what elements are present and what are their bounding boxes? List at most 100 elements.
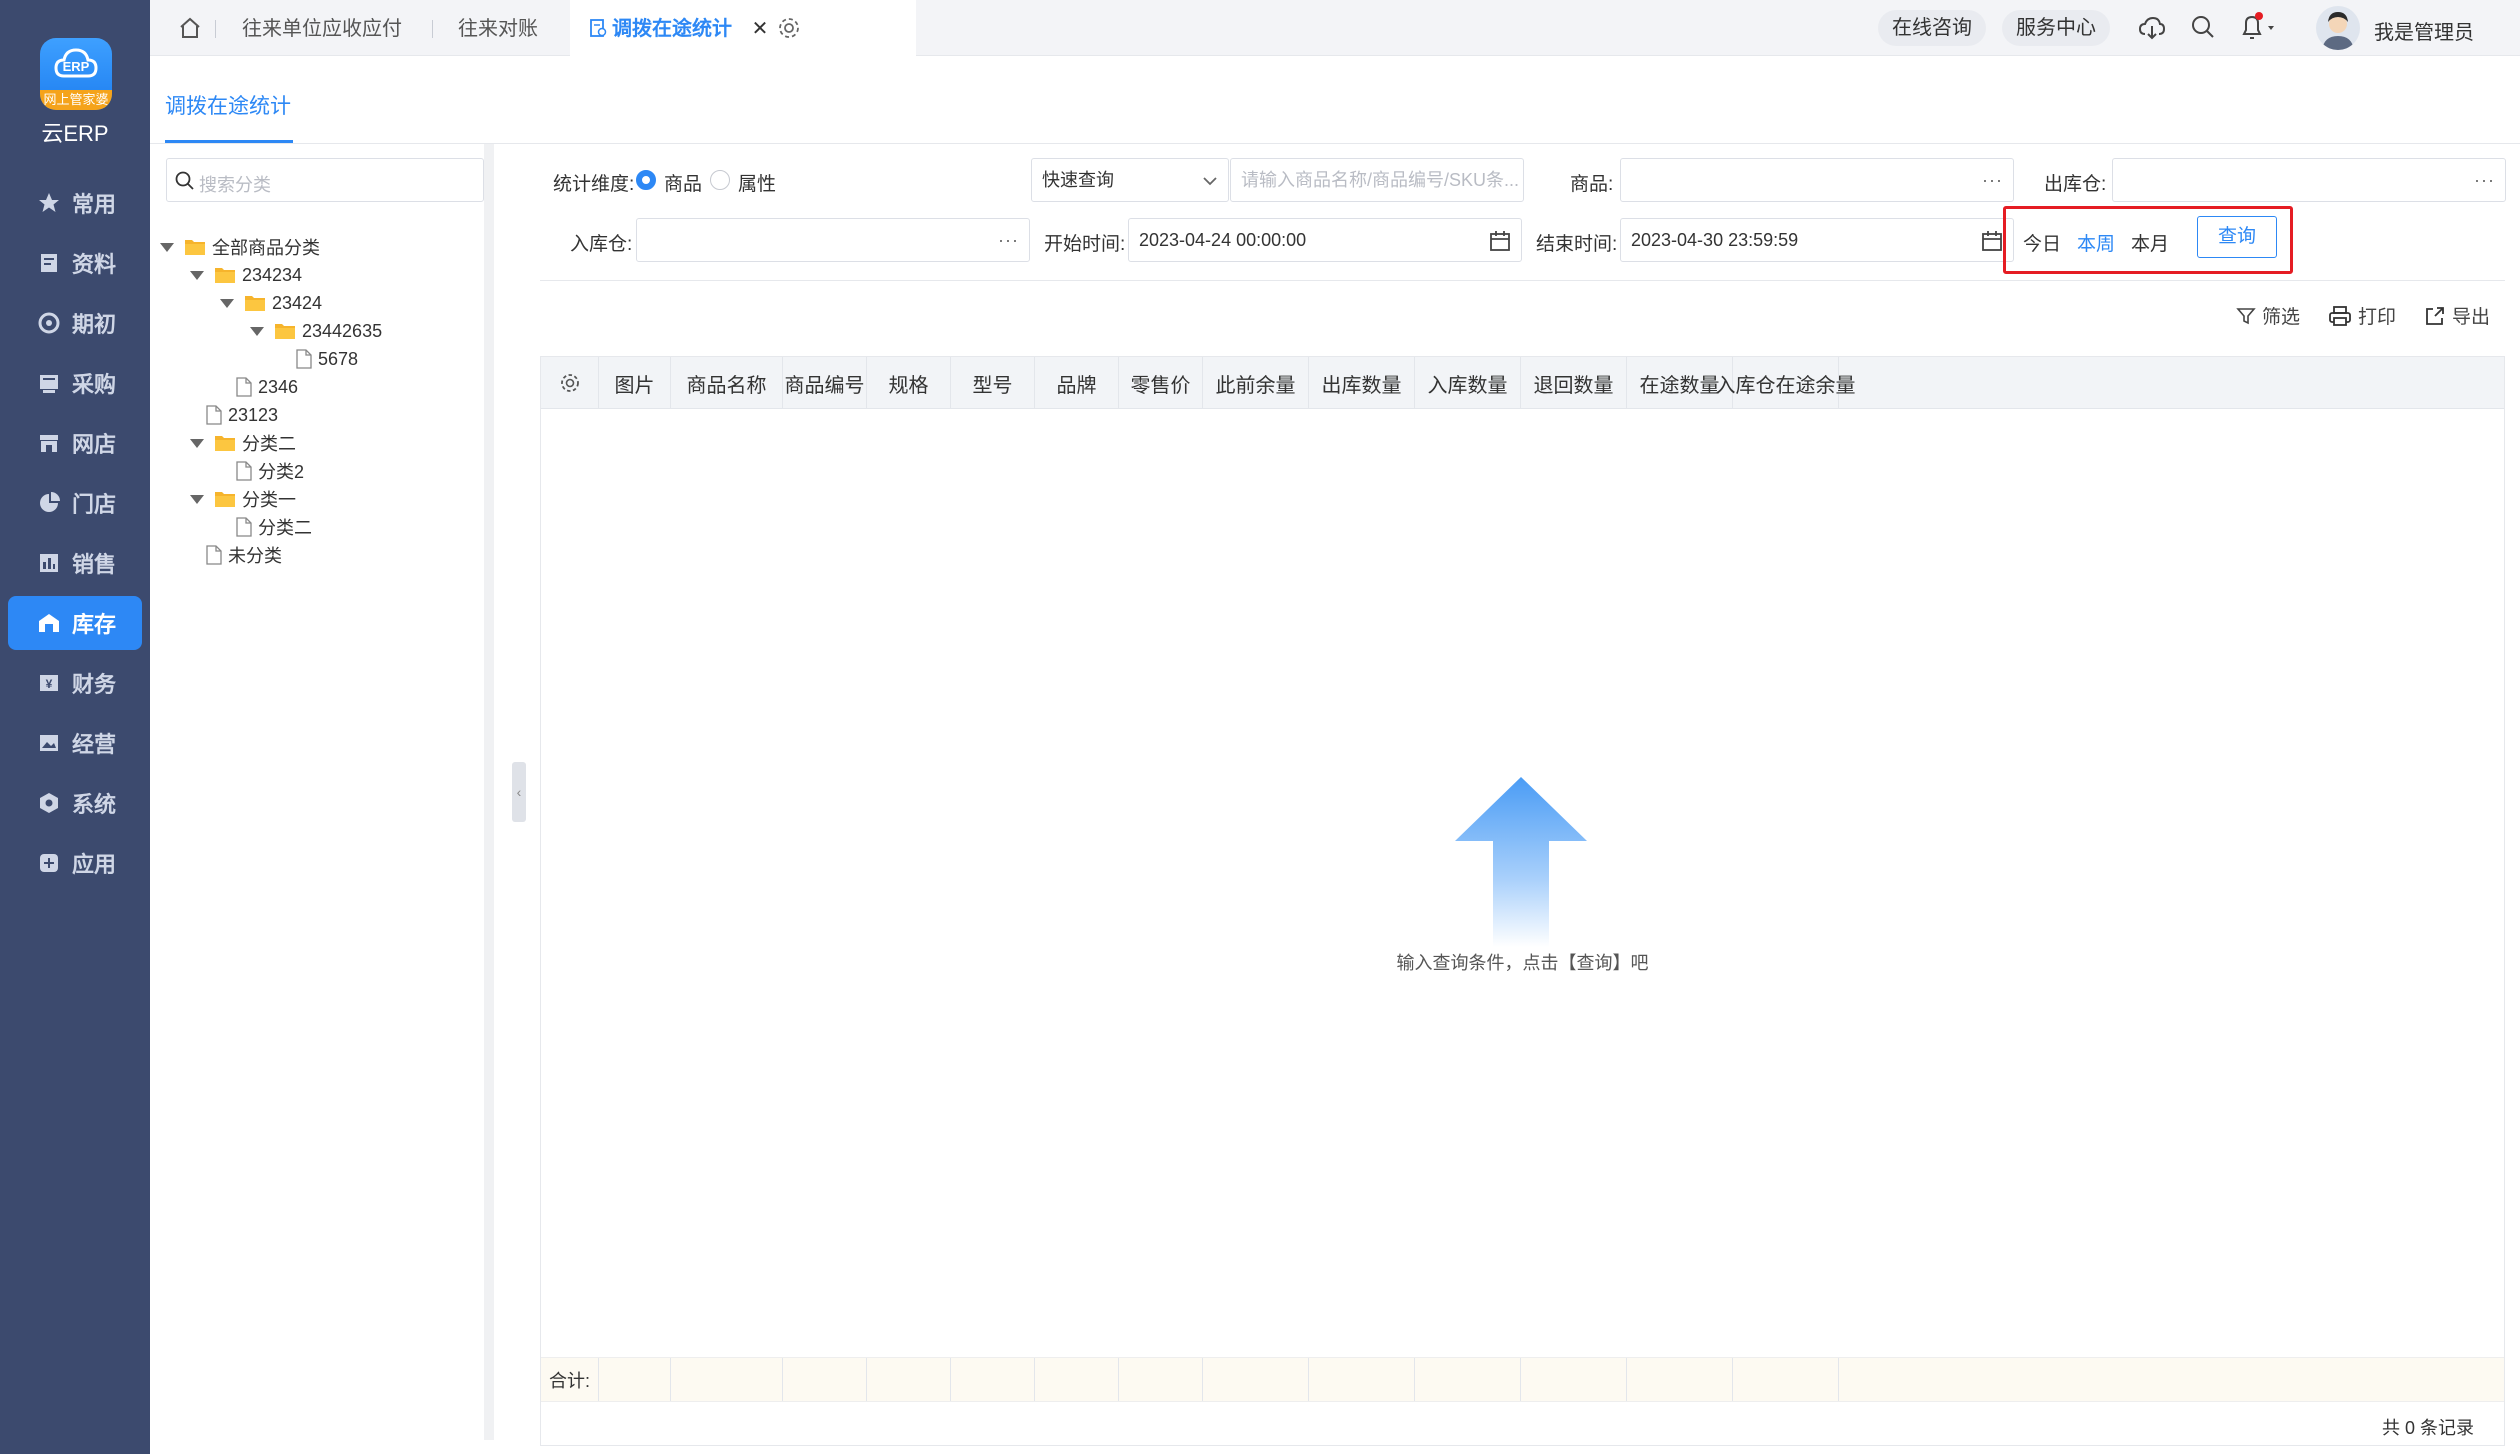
tree-node[interactable]: 全部商品分类 [160,232,320,262]
folder-icon [245,296,265,311]
tab-settings-icon[interactable] [777,16,801,40]
tree-node[interactable]: 分类2 [220,456,304,486]
close-tab-icon[interactable]: ✕ [752,18,769,40]
more-icon[interactable]: ··· [2474,159,2495,201]
start-time-input[interactable]: 2023-04-24 00:00:00 [1128,218,1522,262]
caret-down-icon[interactable] [160,242,174,252]
sidebar-item-7[interactable]: 库存 [8,596,142,650]
file-icon [206,405,222,425]
more-icon[interactable]: ··· [1982,159,2003,201]
dimension-product-radio[interactable] [636,170,656,190]
sidebar-item-11[interactable]: 应用 [8,836,142,890]
sidebar-item-9[interactable]: 经营 [8,716,142,770]
shop-icon [38,432,60,454]
column-settings-icon[interactable] [541,357,599,409]
warehouse-icon [38,612,60,634]
tree-node-label: 234234 [242,264,303,285]
sidebar-item-8[interactable]: ¥ 财务 [8,656,142,710]
product-label: 商品: [1570,174,1614,195]
page-title[interactable]: 调拨在途统计 [165,90,291,120]
dimension-attribute-label[interactable]: 属性 [738,169,776,196]
column-header: 品牌 [1035,357,1119,409]
tree-scrollbar[interactable] [484,144,494,1440]
sidebar-item-2[interactable]: 期初 [8,296,142,350]
cloud-download-icon[interactable] [2138,14,2166,42]
tree-node[interactable]: 23442635 [250,316,382,346]
chart-icon [38,552,60,574]
summary-cell [1415,1358,1521,1402]
tree-node-label: 分类一 [242,490,296,510]
tree-node[interactable]: 分类二 [190,428,296,458]
column-header: 此前余量 [1203,357,1309,409]
dimension-product-label[interactable]: 商品 [664,169,702,196]
tab-transfer-in-transit[interactable]: 调拨在途统计 ✕ [570,0,916,56]
filter-icon [2236,307,2256,324]
tree-node-label: 分类二 [258,518,312,538]
sidebar-item-10[interactable]: 系统 [8,776,142,830]
tree-node[interactable]: 分类一 [190,484,296,514]
out-warehouse-picker[interactable]: ··· [2112,158,2506,202]
calendar-icon[interactable] [1981,230,2003,252]
search-icon[interactable] [2190,14,2216,40]
tree-node[interactable]: 23424 [220,288,322,318]
target-icon [38,312,60,334]
in-warehouse-picker[interactable]: ··· [636,218,1030,262]
collapse-panel-button[interactable]: ‹ [512,762,526,822]
sidebar-item-label: 常用 [72,192,117,217]
tree-node[interactable]: 分类二 [220,512,312,542]
bell-icon[interactable] [2238,10,2286,42]
end-time-input[interactable]: 2023-04-30 23:59:59 [1620,218,2014,262]
category-search-input[interactable]: 搜索分类 [166,158,484,202]
grid-header: 图片 商品名称 商品编号 规格 型号 品牌 零售价 此前余量 出库数量 入库数量 退回数量 在途数量入… [541,357,2504,409]
tree-node[interactable]: 2346 [220,372,298,402]
print-button[interactable]: 打印 [2328,302,2396,329]
sidebar-item-label: 销售 [72,552,117,577]
calendar-icon[interactable] [1489,230,1511,252]
user-name[interactable]: 我是管理员 [2374,16,2474,45]
sidebar-item-0[interactable]: 常用 [8,176,142,230]
online-consult-button[interactable]: 在线咨询 [1878,10,1986,46]
export-button[interactable]: 导出 [2424,302,2490,329]
dimension-attribute-radio[interactable] [710,170,730,190]
caret-down-icon[interactable] [250,326,264,336]
tree-node-label: 23123 [228,404,279,425]
tab-receivables[interactable]: 往来单位应收应付 [242,0,402,56]
app-logo[interactable]: ERP 网上管家婆 [40,38,112,110]
caret-down-icon[interactable] [190,270,204,280]
filter-label: 筛选 [2262,307,2301,328]
caret-down-icon[interactable] [190,494,204,504]
sidebar-item-5[interactable]: 门店 [8,476,142,530]
avatar[interactable] [2316,6,2360,50]
caret-down-icon[interactable] [220,298,234,308]
tree-node[interactable]: 234234 [190,260,302,290]
folder-icon [215,436,235,451]
product-picker[interactable]: ··· [1620,158,2014,202]
tree-node-label: 分类二 [242,434,296,454]
main-content: 统计维度: 商品 属性 快速查询 请输入商品名称/商品编号/SKU条... 商品… [540,144,2520,1454]
caret-down-icon[interactable] [190,438,204,448]
sidebar-item-3[interactable]: 采购 [8,356,142,410]
quick-query-select[interactable]: 快速查询 [1031,158,1229,202]
tab-label: 调拨在途统计 [612,18,732,40]
sidebar-item-6[interactable]: 销售 [8,536,142,590]
keyword-input[interactable]: 请输入商品名称/商品编号/SKU条... [1230,158,1524,202]
home-icon[interactable] [178,16,202,40]
tab-reconciliation[interactable]: 往来对账 [458,0,538,56]
data-grid: 图片 商品名称 商品编号 规格 型号 品牌 零售价 此前余量 出库数量 入库数量 退回数量 在途数量入… [540,356,2505,1446]
up-arrow-illustration [1455,777,1587,947]
sidebar-item-label: 期初 [72,312,117,337]
summary-cell [1309,1358,1415,1402]
cloud-logo-icon: ERP [54,48,98,78]
filter-button[interactable]: 筛选 [2236,302,2300,329]
summary-cell [1627,1358,1733,1402]
folder-icon [275,324,295,339]
tree-node[interactable]: 5678 [280,344,358,374]
sidebar-item-4[interactable]: 网店 [8,416,142,470]
more-icon[interactable]: ··· [998,219,1019,261]
tree-node-label: 5678 [318,348,359,369]
service-center-button[interactable]: 服务中心 [2002,10,2110,46]
sidebar-item-label: 网店 [72,432,117,457]
sidebar-item-1[interactable]: 资料 [8,236,142,290]
tree-node[interactable]: 23123 [190,400,278,430]
tree-node[interactable]: 未分类 [190,540,282,570]
